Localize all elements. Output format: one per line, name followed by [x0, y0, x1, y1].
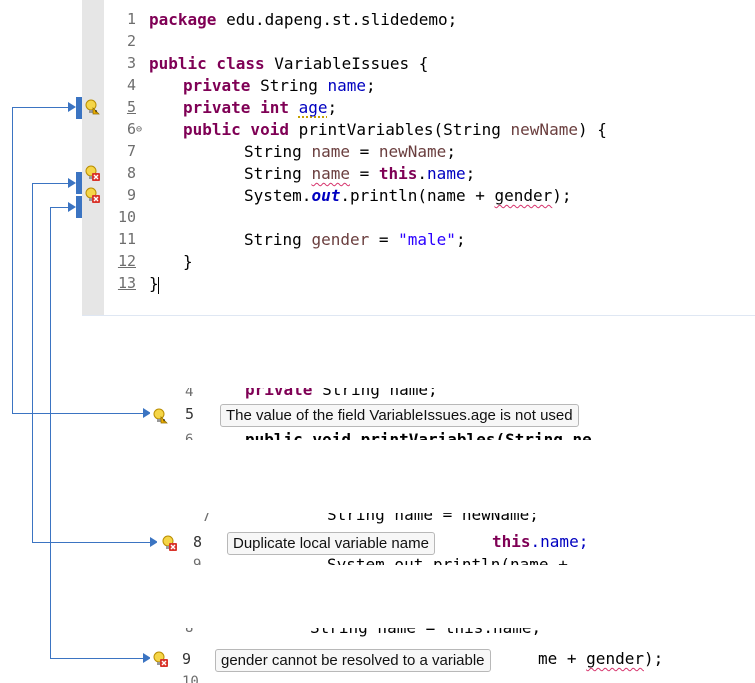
line-number: 2 [126, 32, 136, 50]
line-number: 5 [185, 405, 195, 423]
line-number: 10 [117, 208, 136, 226]
warning-lightbulb-icon[interactable] [84, 99, 100, 115]
line-number: 5 [126, 98, 136, 116]
connector-line [32, 183, 70, 184]
code-line-5[interactable]: 5 private int age; [82, 96, 755, 119]
warning-lightbulb-icon[interactable] [152, 408, 168, 424]
code-text: this.name; [492, 532, 589, 551]
arrow-head [68, 202, 76, 212]
code-text: package edu.dapeng.st.slidedemo; [149, 10, 458, 29]
code-line-7[interactable]: 7 String name = newName; [82, 140, 755, 163]
error-lightbulb-icon[interactable] [152, 651, 168, 667]
annotation-highlight [76, 172, 82, 194]
line-number: 7 [126, 142, 136, 160]
problem-tooltip: Duplicate local variable name [227, 532, 435, 555]
problem-hover-snippet: 4 private String name; 5 The value of th… [150, 388, 710, 440]
connector-line [50, 207, 51, 658]
error-lightbulb-icon[interactable] [84, 187, 100, 203]
code-line-2[interactable]: 2 [82, 30, 755, 53]
code-text: public class VariableIssues { [149, 54, 429, 73]
line-number: 11 [117, 230, 136, 248]
problem-tooltip: gender cannot be resolved to a variable [215, 649, 491, 672]
code-text: private int age; [183, 98, 338, 117]
annotation-highlight [76, 97, 82, 119]
connector-line [50, 658, 145, 659]
code-line-9[interactable]: 9 System.out.println(name + gender); [82, 184, 755, 207]
arrow-head [68, 178, 76, 188]
code-text: String gender = "male"; [244, 230, 466, 249]
line-number: 1 [126, 10, 136, 28]
line-number: 12 [117, 252, 136, 270]
line-number: 13 [117, 274, 136, 292]
code-text: String name = this.name; [310, 628, 541, 637]
code-line-4[interactable]: 4 private String name; [82, 74, 755, 97]
code-line-1[interactable]: 1 package edu.dapeng.st.slidedemo; [82, 8, 755, 31]
line-number: 4 [126, 76, 136, 94]
code-line-3[interactable]: 3 public class VariableIssues { [82, 52, 755, 75]
code-line-11[interactable]: 11 String gender = "male"; [82, 228, 755, 251]
connector-line [12, 107, 70, 108]
code-line-13[interactable]: 13 } [82, 272, 755, 295]
line-number: 10 [182, 674, 199, 683]
problem-tooltip: The value of the field VariableIssues.ag… [220, 404, 579, 427]
error-lightbulb-icon[interactable] [161, 535, 177, 551]
code-line-12[interactable]: 12 } [82, 250, 755, 273]
line-number: 8 [193, 533, 203, 551]
line-number: 6 [126, 120, 136, 138]
code-text: System.out.println(name + gender); [244, 186, 572, 205]
editor-bottom-divider [82, 315, 755, 316]
code-line-10[interactable]: 10 [82, 206, 755, 229]
code-text: String name = this.name; [244, 164, 476, 183]
collapse-icon[interactable]: ⊖ [136, 118, 142, 141]
connector-line [12, 107, 13, 413]
code-text: System.out.println(name + [327, 555, 568, 565]
error-lightbulb-icon[interactable] [84, 165, 100, 181]
code-line-8[interactable]: 8 String name = this.name; [82, 162, 755, 185]
connector-line [32, 183, 33, 542]
line-number: 4 [185, 388, 194, 400]
line-number: 9 [182, 650, 192, 668]
line-number: 3 [126, 54, 136, 72]
code-text: private String name; [183, 76, 376, 95]
line-number: 7 [202, 513, 211, 525]
problem-hover-snippet: 7 String name = newName; 8 Duplicate loc… [157, 513, 627, 565]
problem-hover-snippet: 8 String name = this.name; 9 gender cann… [150, 628, 750, 683]
line-number: 9 [193, 557, 202, 565]
code-text: public void printVariables(String ne [245, 430, 592, 440]
connector-line [50, 207, 70, 208]
code-text: public void printVariables(String newNam… [183, 120, 607, 139]
code-text: private String name; [245, 388, 438, 399]
code-text: String name = newName; [244, 142, 456, 161]
line-number: 8 [126, 164, 136, 182]
arrow-head [68, 102, 76, 112]
line-number: 6 [185, 432, 194, 440]
code-line-6[interactable]: 6 ⊖ public void printVariables(String ne… [82, 118, 755, 141]
code-editor[interactable]: 1 package edu.dapeng.st.slidedemo; 2 3 p… [82, 0, 755, 316]
annotation-highlight [76, 196, 82, 218]
line-number: 9 [126, 186, 136, 204]
code-text: String name = newName; [327, 513, 539, 524]
line-number: 8 [185, 628, 194, 636]
text-cursor [158, 277, 159, 294]
code-text: } [183, 252, 193, 271]
code-text: me + gender); [538, 649, 664, 668]
